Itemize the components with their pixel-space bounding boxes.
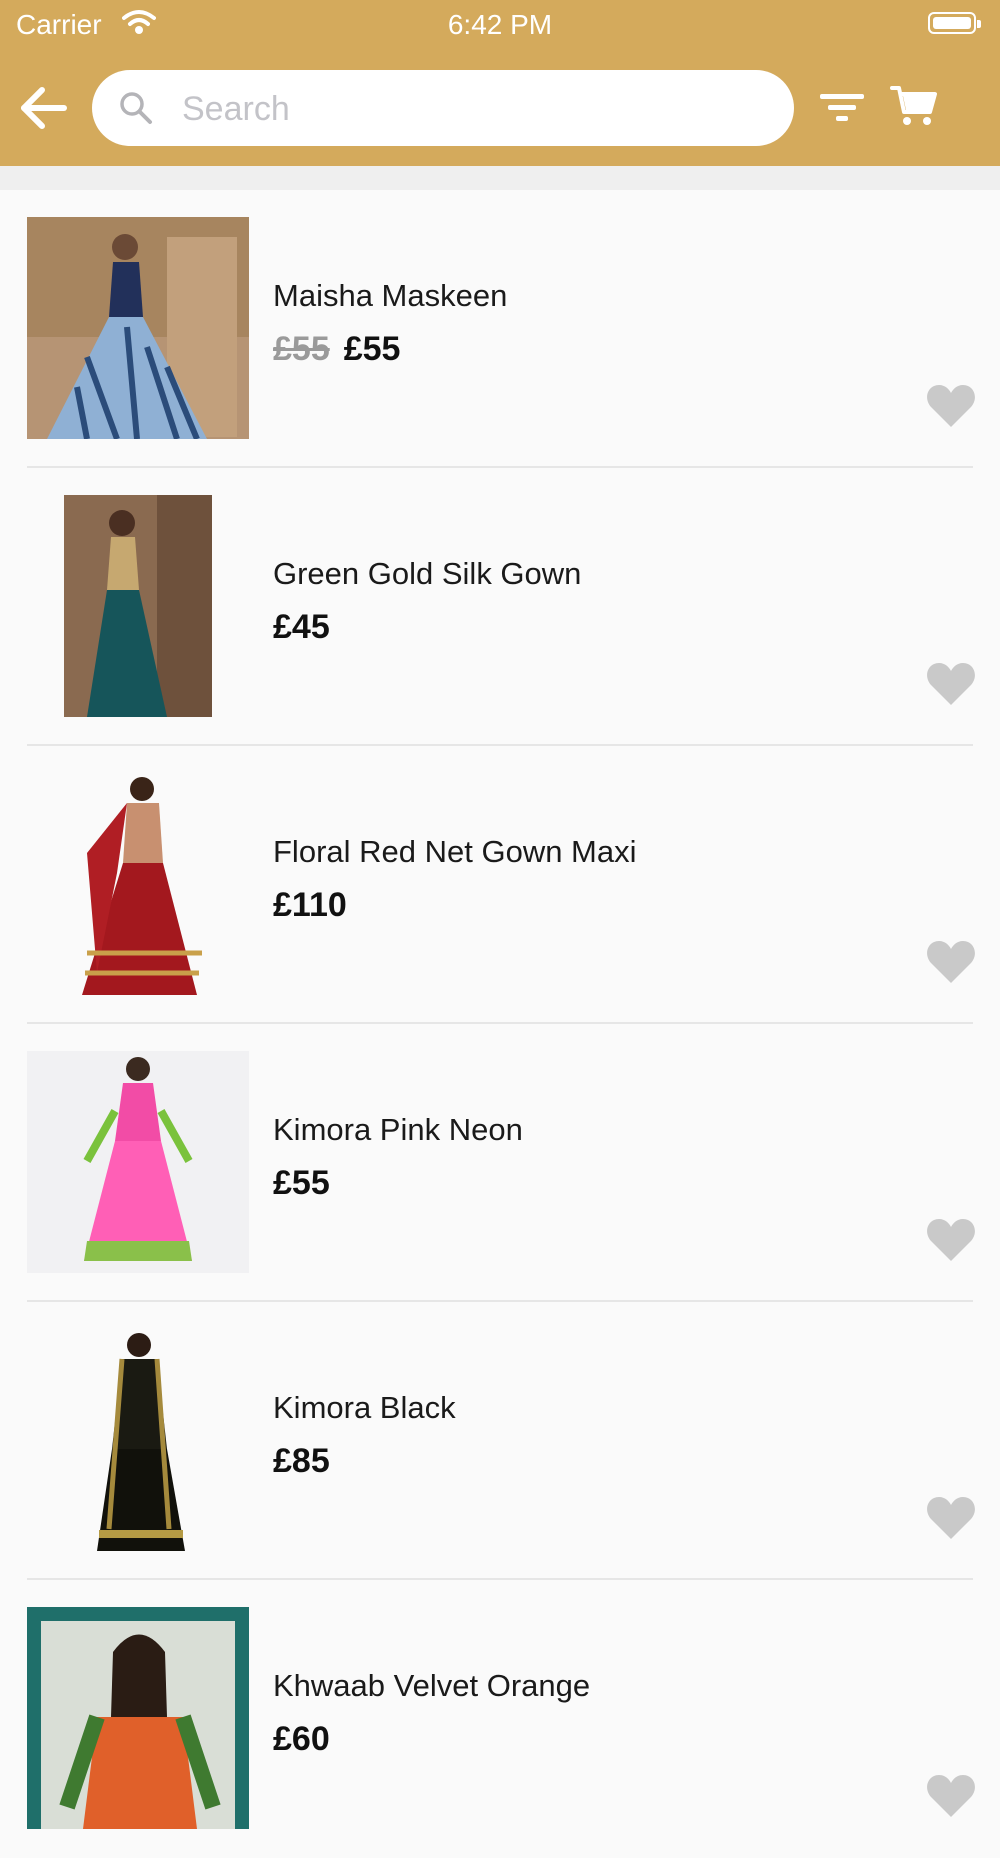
cart-icon — [890, 86, 937, 125]
product-name: Green Gold Silk Gown — [273, 556, 582, 591]
search-bar[interactable] — [92, 70, 794, 146]
favorite-button[interactable] — [926, 1495, 976, 1541]
product-row[interactable]: Floral Red Net Gown Maxi £110 — [0, 746, 1000, 1024]
price-line: £85 — [273, 1442, 330, 1481]
battery-icon — [928, 12, 981, 34]
price-line: £110 — [273, 886, 347, 925]
product-name: Khwaab Velvet Orange — [273, 1668, 591, 1703]
product-row[interactable]: Maisha Maskeen £55 £55 — [0, 190, 1000, 468]
status-bar: Carrier 6:42 PM — [0, 0, 1000, 48]
product-price: £55 — [343, 330, 401, 368]
heart-icon — [927, 663, 975, 705]
product-price: £85 — [273, 1442, 330, 1480]
heart-icon — [927, 941, 975, 983]
price-line: £60 — [273, 1720, 330, 1759]
product-image — [27, 495, 249, 717]
search-input[interactable] — [180, 82, 764, 136]
heart-icon — [927, 1497, 975, 1539]
arrow-left-icon — [21, 87, 67, 129]
back-button[interactable] — [20, 86, 68, 130]
favorite-button[interactable] — [926, 939, 976, 985]
product-row[interactable]: Kimora Black £85 — [0, 1302, 1000, 1580]
product-name: Kimora Pink Neon — [273, 1112, 523, 1147]
product-row[interactable]: Khwaab Velvet Orange £60 — [0, 1580, 1000, 1858]
product-price: £45 — [273, 608, 330, 646]
favorite-button[interactable] — [926, 1773, 976, 1819]
product-price: £55 — [273, 1164, 330, 1202]
favorite-button[interactable] — [926, 661, 976, 707]
filter-icon — [820, 94, 864, 121]
product-image — [27, 1051, 249, 1273]
cart-button[interactable] — [890, 82, 938, 130]
product-name: Maisha Maskeen — [273, 278, 508, 313]
filter-button[interactable] — [818, 84, 866, 132]
product-image — [27, 773, 249, 995]
nav-bar — [0, 48, 1000, 166]
product-image — [27, 1607, 249, 1829]
favorite-button[interactable] — [926, 1217, 976, 1263]
product-image — [27, 217, 249, 439]
price-line: £45 — [273, 608, 330, 647]
product-name: Kimora Black — [273, 1390, 456, 1425]
product-price: £110 — [273, 886, 347, 924]
old-price: £55 — [273, 330, 330, 368]
header-separator — [0, 166, 1000, 190]
product-row[interactable]: Kimora Pink Neon £55 — [0, 1024, 1000, 1302]
product-row[interactable]: Green Gold Silk Gown £45 — [0, 468, 1000, 746]
status-time: 6:42 PM — [447, 9, 553, 40]
heart-icon — [927, 1219, 975, 1261]
heart-icon — [927, 385, 975, 427]
product-price: £60 — [273, 1720, 330, 1758]
price-line: £55 £55 — [273, 330, 400, 369]
price-line: £55 — [273, 1164, 330, 1203]
product-list: Maisha Maskeen £55 £55 Green Gold Silk Go… — [0, 190, 1000, 1858]
search-icon — [120, 92, 152, 124]
product-name: Floral Red Net Gown Maxi — [273, 834, 637, 869]
product-image — [27, 1329, 249, 1551]
heart-icon — [927, 1775, 975, 1817]
favorite-button[interactable] — [926, 383, 976, 429]
